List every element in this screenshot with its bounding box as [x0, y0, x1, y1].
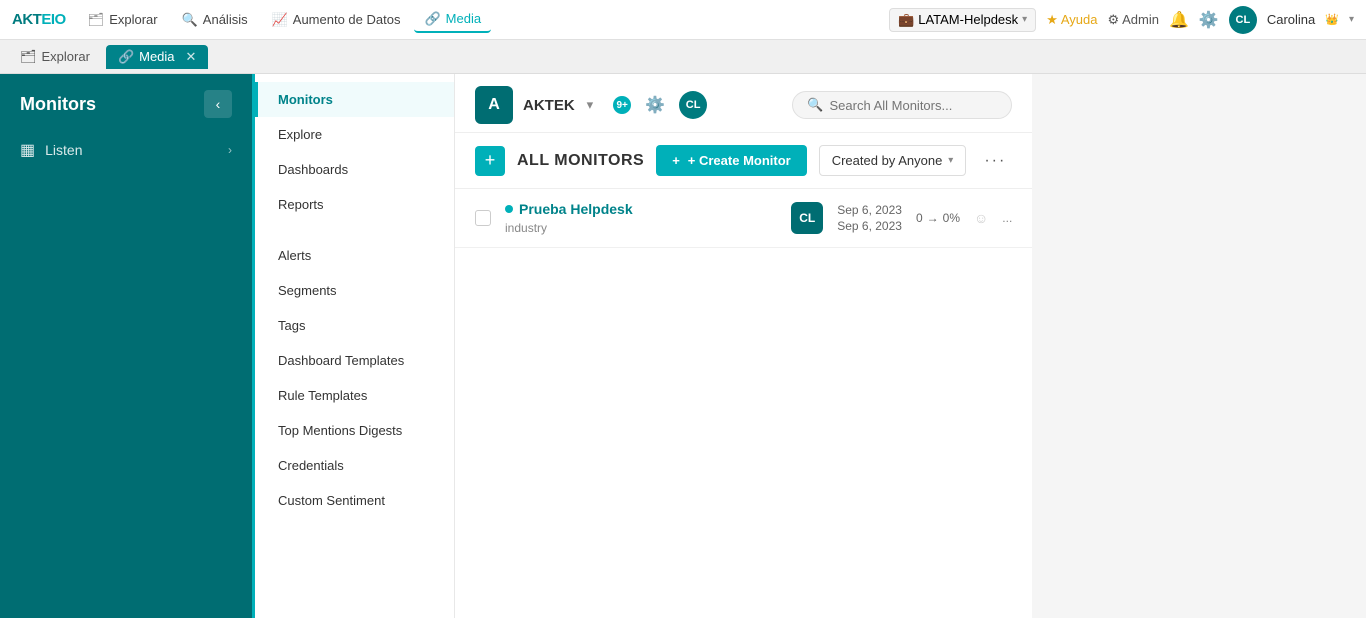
secondary-nav: Monitors Explore Dashboards Reports Aler… — [255, 74, 455, 618]
create-monitor-plus-icon: + — [672, 153, 680, 168]
tab-media-close-button[interactable]: ✕ — [186, 49, 197, 65]
sec-nav-reports[interactable]: Reports — [255, 187, 454, 222]
briefcase-icon: 💼 — [898, 12, 914, 28]
sidebar-item-listen[interactable]: ▦ Listen › — [0, 130, 252, 170]
search-box: 🔍 — [792, 91, 1012, 119]
star-icon: ★ — [1046, 12, 1058, 28]
helpdesk-dropdown-icon: ▾ — [1022, 14, 1027, 25]
monitor-more-actions[interactable]: ... — [1002, 211, 1012, 225]
listen-icon: ▦ — [20, 140, 35, 160]
content-header: A AKTEK ▾ 9+ ⚙️ CL 🔍 — [455, 74, 1032, 133]
sidebar-header: Monitors ‹ — [0, 74, 252, 130]
nav-item-aumento[interactable]: 📈 Aumento de Datos — [262, 8, 411, 32]
sec-nav-tags[interactable]: Tags — [255, 308, 454, 343]
user-dropdown-chevron[interactable]: ▾ — [1349, 14, 1354, 25]
sidebar-collapse-button[interactable]: ‹ — [204, 90, 232, 118]
sec-nav-custom-sentiment[interactable]: Custom Sentiment — [255, 483, 454, 518]
listen-chevron-icon: › — [228, 143, 232, 157]
content-area: A AKTEK ▾ 9+ ⚙️ CL 🔍 + ALL MONITORS — [455, 74, 1032, 618]
monitors-list: Prueba Helpdesk industry CL Sep 6, 2023 … — [455, 189, 1032, 618]
monitor-avatar: CL — [791, 202, 823, 234]
aktek-name: AKTEK — [523, 97, 575, 114]
monitor-stats: 0 → 0% — [916, 211, 960, 225]
notification-bell-icon[interactable]: 🔔 — [1169, 10, 1189, 30]
sec-nav-explore[interactable]: Explore — [255, 117, 454, 152]
created-by-dropdown[interactable]: Created by Anyone ▾ — [819, 145, 967, 176]
monitor-sentiment-icon: ☺ — [974, 210, 988, 226]
sec-nav-credentials[interactable]: Credentials — [255, 448, 454, 483]
crown-icon: 👑 — [1325, 13, 1339, 26]
sec-nav-dashboards[interactable]: Dashboards — [255, 152, 454, 187]
monitor-status-dot — [505, 205, 513, 213]
tab-media[interactable]: 🔗 Media ✕ — [106, 45, 209, 69]
settings-icon[interactable]: ⚙️ — [645, 95, 665, 115]
left-sidebar: Monitors ‹ ▦ Listen › — [0, 74, 252, 618]
add-monitor-plus-button[interactable]: + — [475, 146, 505, 176]
nav-item-explorar[interactable]: 🗂 Explorar — [78, 8, 168, 32]
search-input[interactable] — [830, 98, 998, 113]
tab-media-icon: 🔗 — [118, 49, 134, 65]
ayuda-link[interactable]: ★ Ayuda — [1046, 12, 1097, 28]
sec-nav-segments[interactable]: Segments — [255, 273, 454, 308]
settings-people-icon: ⚙ — [1107, 12, 1119, 28]
tab-explorar-icon: 🗂 — [20, 49, 37, 65]
aumento-icon: 📈 — [272, 12, 288, 28]
tabs-bar: 🗂 Explorar 🔗 Media ✕ — [0, 40, 1366, 74]
top-nav: AKTEIO 🗂 Explorar 🔍 Análisis 📈 Aumento d… — [0, 0, 1366, 40]
sec-nav-dashboard-templates[interactable]: Dashboard Templates — [255, 343, 454, 378]
monitors-content-wrapper: Monitors Explore Dashboards Reports Aler… — [252, 74, 1032, 618]
aktek-logo-box: A — [475, 86, 513, 124]
admin-link[interactable]: ⚙ Admin — [1107, 12, 1159, 28]
monitor-tag: industry — [505, 221, 777, 235]
monitors-toolbar: + ALL MONITORS + + Create Monitor Create… — [455, 133, 1032, 189]
tab-explorar[interactable]: 🗂 Explorar — [8, 45, 102, 69]
nav-divider — [255, 222, 454, 238]
monitor-checkbox[interactable] — [475, 210, 491, 226]
top-nav-right: 💼 LATAM-Helpdesk ▾ ★ Ayuda ⚙ Admin 🔔 ⚙️ … — [889, 6, 1354, 34]
helpdesk-badge[interactable]: 💼 LATAM-Helpdesk ▾ — [889, 8, 1036, 32]
media-icon: 🔗 — [424, 11, 440, 27]
monitor-info: Prueba Helpdesk industry — [505, 201, 777, 235]
notification-count-badge[interactable]: 9+ — [613, 96, 631, 114]
sec-nav-top-mentions[interactable]: Top Mentions Digests — [255, 413, 454, 448]
analisis-icon: 🔍 — [182, 12, 198, 28]
sec-nav-alerts[interactable]: Alerts — [255, 238, 454, 273]
nav-item-analisis[interactable]: 🔍 Análisis — [172, 8, 258, 32]
sidebar-title: Monitors — [20, 94, 96, 115]
monitor-dates: Sep 6, 2023 Sep 6, 2023 — [837, 203, 902, 233]
more-options-button[interactable]: ··· — [978, 148, 1012, 174]
app-logo[interactable]: AKTEIO — [12, 11, 66, 28]
create-monitor-button[interactable]: + + Create Monitor — [656, 145, 807, 176]
created-by-chevron-icon: ▾ — [948, 155, 953, 166]
table-row: Prueba Helpdesk industry CL Sep 6, 2023 … — [455, 189, 1032, 248]
all-monitors-title: ALL MONITORS — [517, 152, 644, 170]
monitor-stats-arrow: → — [927, 211, 939, 225]
explorar-icon: 🗂 — [88, 12, 105, 28]
main-layout: Monitors ‹ ▦ Listen › Monitors Explore D… — [0, 74, 1366, 618]
sec-nav-monitors[interactable]: Monitors — [255, 82, 454, 117]
aktek-dropdown-chevron[interactable]: ▾ — [587, 97, 594, 113]
monitor-name[interactable]: Prueba Helpdesk — [505, 201, 777, 217]
user-avatar-content[interactable]: CL — [679, 91, 707, 119]
nav-item-media[interactable]: 🔗 Media — [414, 7, 491, 33]
sec-nav-rule-templates[interactable]: Rule Templates — [255, 378, 454, 413]
search-icon: 🔍 — [807, 97, 823, 113]
user-avatar[interactable]: CL — [1229, 6, 1257, 34]
settings-gear-icon[interactable]: ⚙️ — [1199, 10, 1219, 30]
